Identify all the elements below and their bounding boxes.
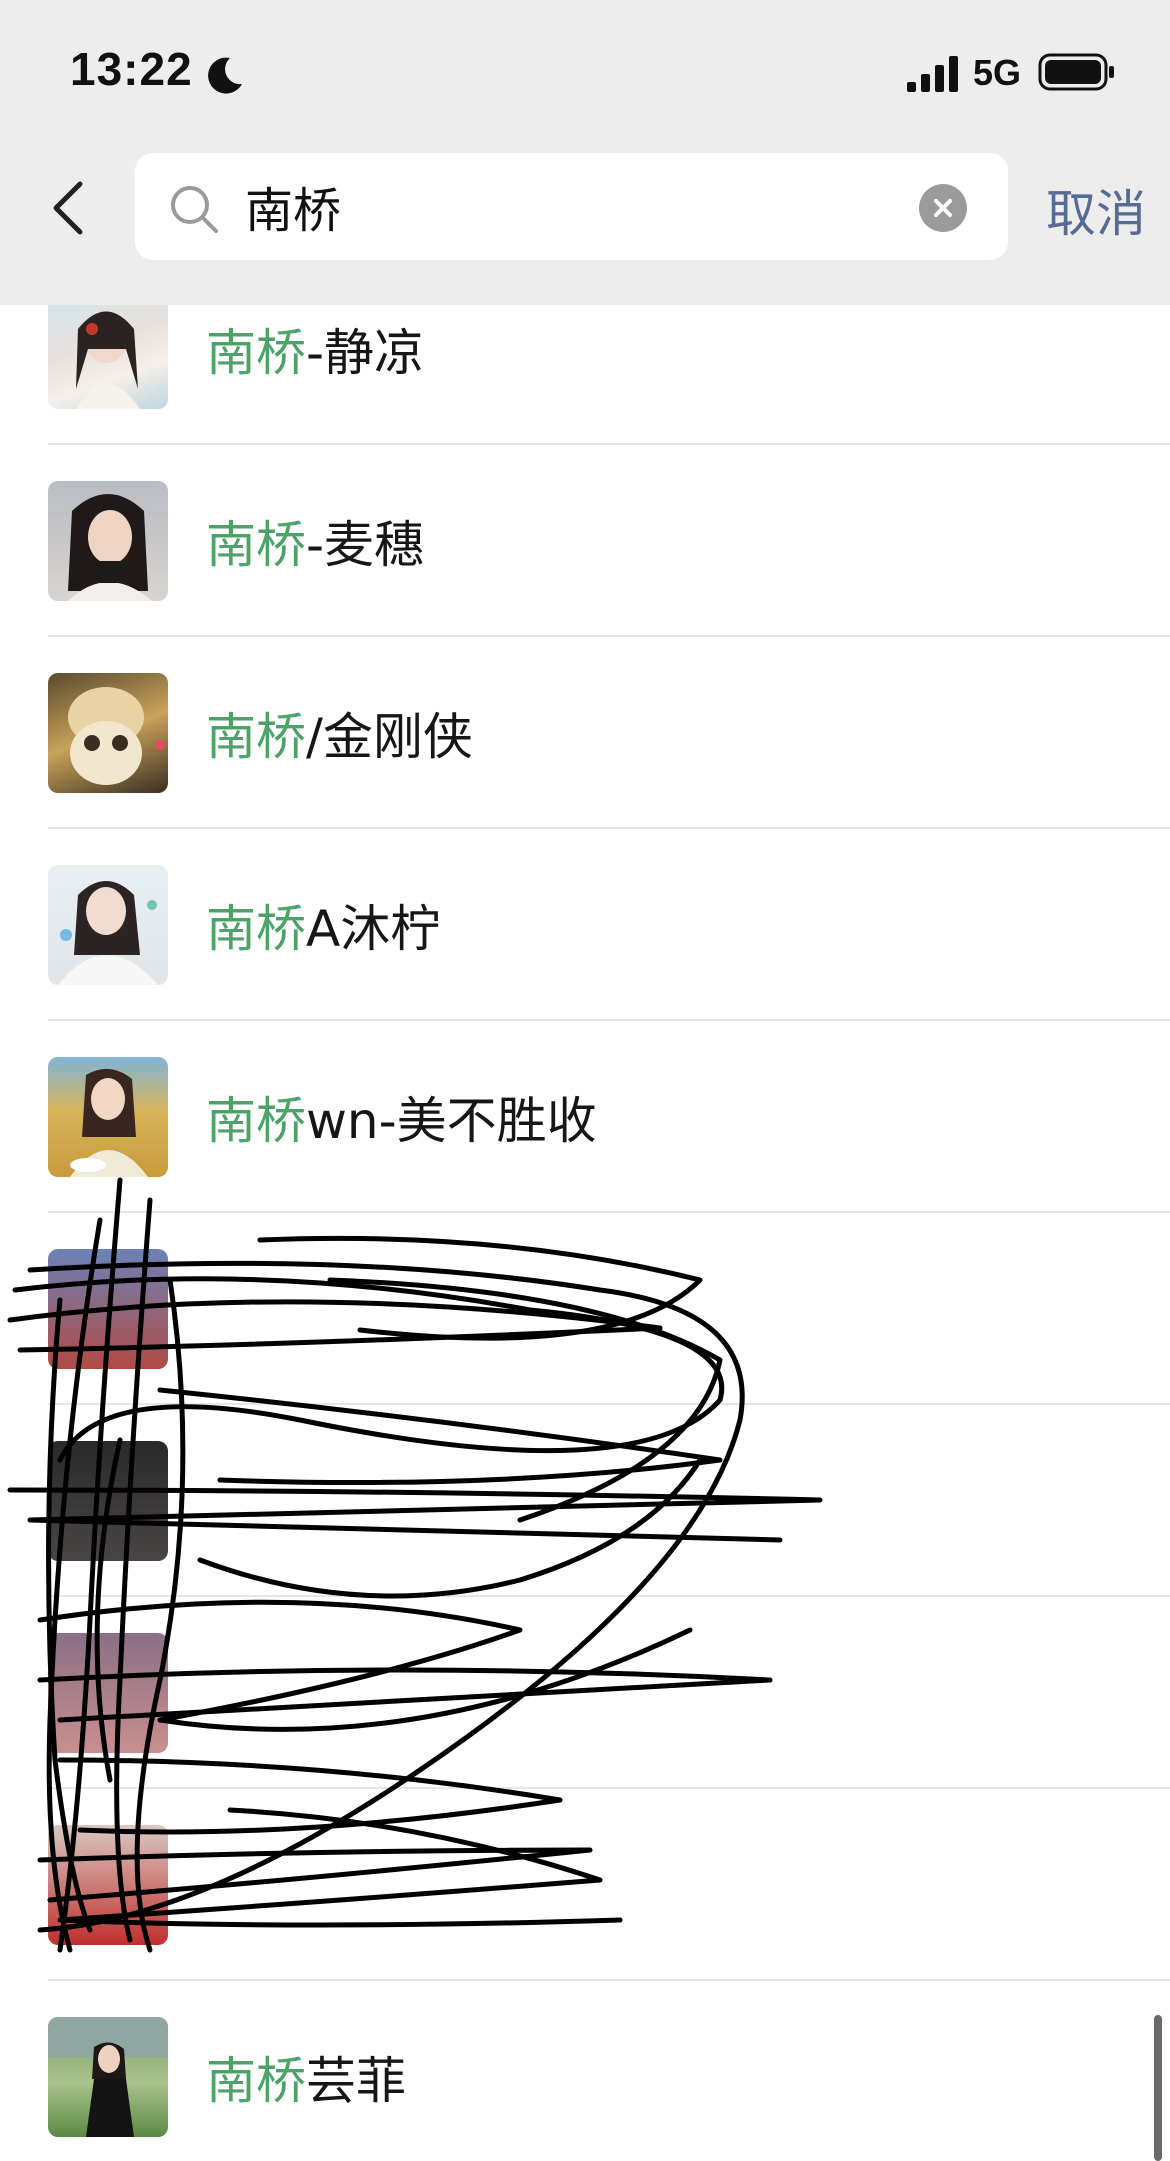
avatar <box>48 305 168 409</box>
name-rest: 芸菲 <box>306 2052 406 2110</box>
contact-name: 南桥芸菲 <box>206 2041 406 2113</box>
avatar <box>48 1633 168 1753</box>
name-highlight: 南桥 <box>206 1092 306 1150</box>
avatar <box>48 2017 168 2137</box>
moon-icon <box>208 57 242 94</box>
name-highlight: 南桥 <box>206 324 306 382</box>
status-bar: 13:22 5G <box>0 0 1170 140</box>
avatar <box>48 673 168 793</box>
cancel-button[interactable]: 取消 <box>1046 174 1146 246</box>
name-highlight: 南桥 <box>206 900 306 958</box>
name-rest: -静凉 <box>306 324 425 382</box>
avatar <box>48 1057 168 1177</box>
contact-name: 南桥wn-美不胜收 <box>206 1081 597 1153</box>
avatar <box>48 1249 168 1369</box>
list-item[interactable]: 南桥/金刚侠 <box>0 637 1170 829</box>
search-header: 13:22 5G 南桥 取消 <box>0 0 1170 305</box>
list-item[interactable]: 南桥wn-美不胜收 <box>0 1021 1170 1213</box>
avatar <box>48 865 168 985</box>
name-rest: A沐柠 <box>306 900 441 958</box>
list-item[interactable] <box>0 1213 1170 1405</box>
name-highlight: 南桥 <box>206 708 306 766</box>
list-item[interactable] <box>0 1405 1170 1597</box>
network-type: 5G <box>973 52 1022 93</box>
search-row: 取消 <box>0 150 1170 265</box>
name-highlight: 南桥 <box>206 2052 306 2110</box>
list-item[interactable]: 南桥-麦穗 <box>0 445 1170 637</box>
name-rest: -麦穗 <box>306 516 425 574</box>
back-icon[interactable] <box>48 178 88 238</box>
avatar <box>48 481 168 601</box>
contact-name: 南桥-静凉 <box>206 313 424 385</box>
search-input[interactable] <box>245 171 895 241</box>
name-highlight: 南桥 <box>206 516 306 574</box>
clear-icon[interactable] <box>919 184 967 232</box>
list-item[interactable]: 南桥芸菲 <box>0 1981 1170 2161</box>
avatar <box>48 1825 168 1945</box>
results-list: 南桥-静凉 南桥-麦穗 南桥/金刚侠 南桥A沐柠 南桥wn-美不胜收 南桥芸菲 <box>0 305 1170 2161</box>
search-box[interactable] <box>135 153 1008 260</box>
name-rest: wn-美不胜收 <box>306 1092 597 1150</box>
scrollbar[interactable] <box>1154 2015 1162 2161</box>
list-item[interactable]: 南桥-静凉 <box>0 305 1170 445</box>
search-icon <box>171 186 218 233</box>
status-time: 13:22 <box>70 43 193 95</box>
list-item[interactable]: 南桥A沐柠 <box>0 829 1170 1021</box>
contact-name: 南桥A沐柠 <box>206 889 440 961</box>
signal-icon <box>907 56 958 92</box>
battery-icon <box>1038 53 1114 91</box>
name-rest: /金刚侠 <box>306 708 473 766</box>
contact-name: 南桥/金刚侠 <box>206 697 473 769</box>
list-item[interactable] <box>0 1597 1170 1789</box>
list-item[interactable] <box>0 1789 1170 1981</box>
avatar <box>48 1441 168 1561</box>
contact-name: 南桥-麦穗 <box>206 505 424 577</box>
